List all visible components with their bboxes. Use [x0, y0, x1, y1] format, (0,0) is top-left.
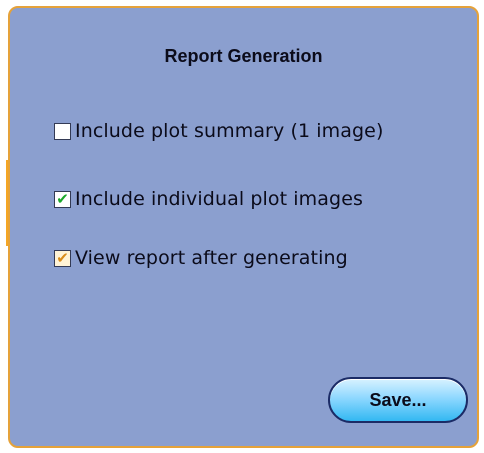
check-icon: ✔ — [56, 248, 69, 267]
report-generation-panel: Report Generation Include plot summary (… — [8, 6, 479, 448]
save-button-label: Save... — [369, 389, 427, 410]
include-plot-summary-checkbox[interactable] — [54, 122, 71, 140]
panel-title: Report Generation — [164, 46, 323, 66]
include-individual-plots-label: Include individual plot images — [75, 188, 363, 210]
save-button[interactable]: Save... — [328, 377, 468, 423]
view-report-label: View report after generating — [75, 247, 348, 269]
include-individual-plots-checkbox[interactable]: ✔ — [54, 189, 71, 208]
check-icon: ✔ — [56, 189, 69, 208]
include-plot-summary-option[interactable]: Include plot summary (1 image) — [54, 120, 383, 142]
view-report-option[interactable]: ✔ View report after generating — [54, 247, 348, 269]
view-report-checkbox[interactable]: ✔ — [54, 248, 71, 267]
include-plot-summary-label: Include plot summary (1 image) — [75, 120, 384, 142]
include-individual-plots-option[interactable]: ✔ Include individual plot images — [54, 188, 363, 210]
